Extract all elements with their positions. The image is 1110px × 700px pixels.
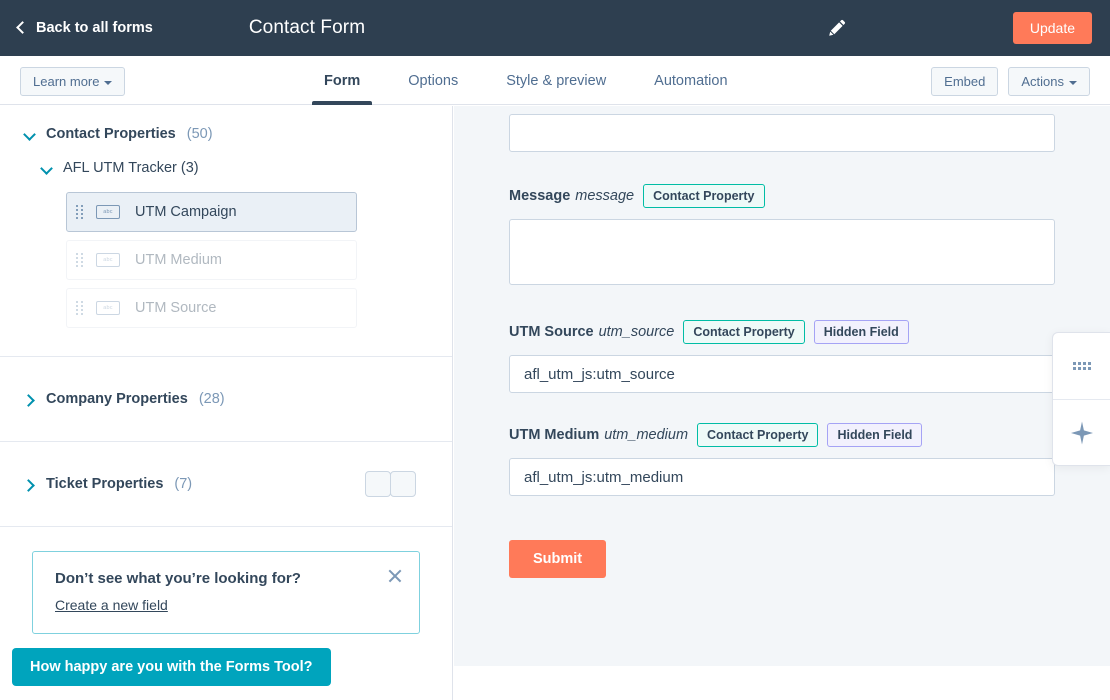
badge-hidden-field[interactable]: Hidden Field <box>827 423 923 447</box>
drag-handle-icon[interactable] <box>76 204 83 220</box>
callout-heading: Don’t see what you’re looking for? <box>55 570 301 587</box>
tab-style-preview-label: Style & preview <box>506 72 607 89</box>
chevron-down-icon <box>24 129 35 140</box>
actions-label: Actions <box>1021 74 1064 89</box>
field-internal-name: message <box>575 188 635 204</box>
sidebar-subgroup-afl-utm-tracker[interactable]: AFL UTM Tracker (3) <box>0 160 452 176</box>
sidebar-group-contact-properties[interactable]: Contact Properties (50) <box>0 126 452 142</box>
field-row-utm-campaign[interactable]: abc UTM Campaign <box>66 192 357 232</box>
panel-ticket-properties: Ticket Properties (7) <box>0 442 452 527</box>
message-textarea[interactable] <box>509 219 1055 285</box>
form-field-utm-medium: UTM Medium utm_medium Contact Property H… <box>509 423 1055 496</box>
field-list: abc UTM Campaign abc UTM Medium abc UTM … <box>0 192 452 328</box>
field-label: UTM Campaign <box>135 204 237 220</box>
properties-sidebar: Contact Properties (50) AFL UTM Tracker … <box>0 106 453 700</box>
field-display-label: Message <box>509 188 571 204</box>
badge-contact-property[interactable]: Contact Property <box>697 423 819 447</box>
field-label-row: UTM Medium utm_medium Contact Property H… <box>509 423 1055 447</box>
group-title: Company Properties <box>46 391 188 407</box>
create-field-callout: Don’t see what you’re looking for? Creat… <box>32 551 420 634</box>
panel-company-properties: Company Properties (28) <box>0 357 452 442</box>
chevron-down-icon <box>104 80 113 85</box>
tab-options-label: Options <box>408 72 459 89</box>
form-field-utm-source: UTM Source utm_source Contact Property H… <box>509 320 1055 393</box>
sparkle-ai-icon <box>1070 421 1093 444</box>
group-count: (50) <box>186 126 213 142</box>
text-field-icon: abc <box>96 205 120 219</box>
back-link-label: Back to all forms <box>36 20 153 36</box>
embed-button[interactable]: Embed <box>931 67 999 96</box>
form-field-message: Message message Contact Property <box>509 184 1055 290</box>
form-body: Message message Contact Property UTM Sou… <box>454 106 1110 578</box>
feedback-pill[interactable]: How happy are you with the Forms Tool? <box>12 648 331 686</box>
chevron-right-icon <box>24 394 35 405</box>
actions-button[interactable]: Actions <box>1008 67 1090 96</box>
submit-row: Submit <box>509 540 1055 578</box>
sidebar-group-company-properties[interactable]: Company Properties (28) <box>0 391 452 407</box>
group-title: Ticket Properties <box>46 476 164 492</box>
callout-container: Don’t see what you’re looking for? Creat… <box>0 527 452 634</box>
navbar-actions: Embed Actions <box>931 67 1090 96</box>
pencil-icon[interactable] <box>827 18 847 38</box>
ai-assistant-button[interactable] <box>1053 399 1110 465</box>
tab-automation-label: Automation <box>654 72 728 89</box>
chevron-down-icon <box>1069 80 1077 85</box>
tab-automation[interactable]: Automation <box>630 56 751 105</box>
app-header: Back to all forms Contact Form Update <box>0 0 1110 56</box>
panel-contact-properties: Contact Properties (50) AFL UTM Tracker … <box>0 106 452 357</box>
tab-options[interactable]: Options <box>384 56 482 105</box>
badge-contact-property[interactable]: Contact Property <box>683 320 805 344</box>
field-label: UTM Source <box>135 300 217 316</box>
field-display-label: UTM Medium <box>509 427 600 443</box>
utm-medium-input[interactable] <box>509 458 1055 496</box>
tab-form-label: Form <box>324 72 361 89</box>
group-title: Contact Properties <box>46 126 176 142</box>
back-to-all-forms-link[interactable]: Back to all forms <box>16 20 153 36</box>
badge-contact-property[interactable]: Contact Property <box>643 184 765 208</box>
skeleton-block <box>390 471 416 497</box>
field-display-label: UTM Source <box>509 324 594 340</box>
learn-more-button[interactable]: Learn more <box>20 67 126 96</box>
group-count: (7) <box>174 476 193 492</box>
chevron-down-icon <box>41 163 52 174</box>
tab-style-preview[interactable]: Style & preview <box>482 56 630 105</box>
grid-dots-button[interactable] <box>1053 333 1110 399</box>
chevron-left-icon <box>16 21 29 34</box>
tab-bar: Form Options Style & preview Automation <box>300 56 752 105</box>
field-label: UTM Medium <box>135 252 223 268</box>
text-field-icon: abc <box>96 253 120 267</box>
form-field-partial-top <box>509 106 1055 152</box>
field-internal-name: utm_medium <box>604 427 689 443</box>
drag-handle-icon[interactable] <box>76 300 83 316</box>
update-button[interactable]: Update <box>1012 12 1092 44</box>
field-label-row: Message message Contact Property <box>509 184 1055 208</box>
skeleton-block <box>365 471 391 497</box>
badge-hidden-field[interactable]: Hidden Field <box>813 320 909 344</box>
field-row-utm-source[interactable]: abc UTM Source <box>66 288 357 328</box>
canvas-bottom-strip <box>454 666 1110 700</box>
form-preview-canvas: Message message Contact Property UTM Sou… <box>454 106 1110 666</box>
field-internal-name: utm_source <box>598 324 675 340</box>
submit-button[interactable]: Submit <box>509 540 607 578</box>
drag-handle-icon[interactable] <box>76 252 83 268</box>
loading-skeleton-toggle <box>365 471 416 497</box>
create-new-field-link[interactable]: Create a new field <box>55 597 168 613</box>
tab-form[interactable]: Form <box>300 56 384 105</box>
learn-more-label: Learn more <box>33 74 100 89</box>
group-count: (28) <box>198 391 225 407</box>
subgroup-title: AFL UTM Tracker (3) <box>63 160 199 176</box>
close-icon[interactable] <box>387 568 403 584</box>
field-label-row: UTM Source utm_source Contact Property H… <box>509 320 1055 344</box>
text-field-icon: abc <box>96 301 120 315</box>
right-float-panel <box>1052 332 1110 466</box>
partial-top-input[interactable] <box>509 114 1055 152</box>
page-title: Contact Form <box>248 17 366 38</box>
grid-dots-icon <box>1072 362 1091 370</box>
utm-source-input[interactable] <box>509 355 1055 393</box>
chevron-right-icon <box>24 479 35 490</box>
field-row-utm-medium[interactable]: abc UTM Medium <box>66 240 357 280</box>
